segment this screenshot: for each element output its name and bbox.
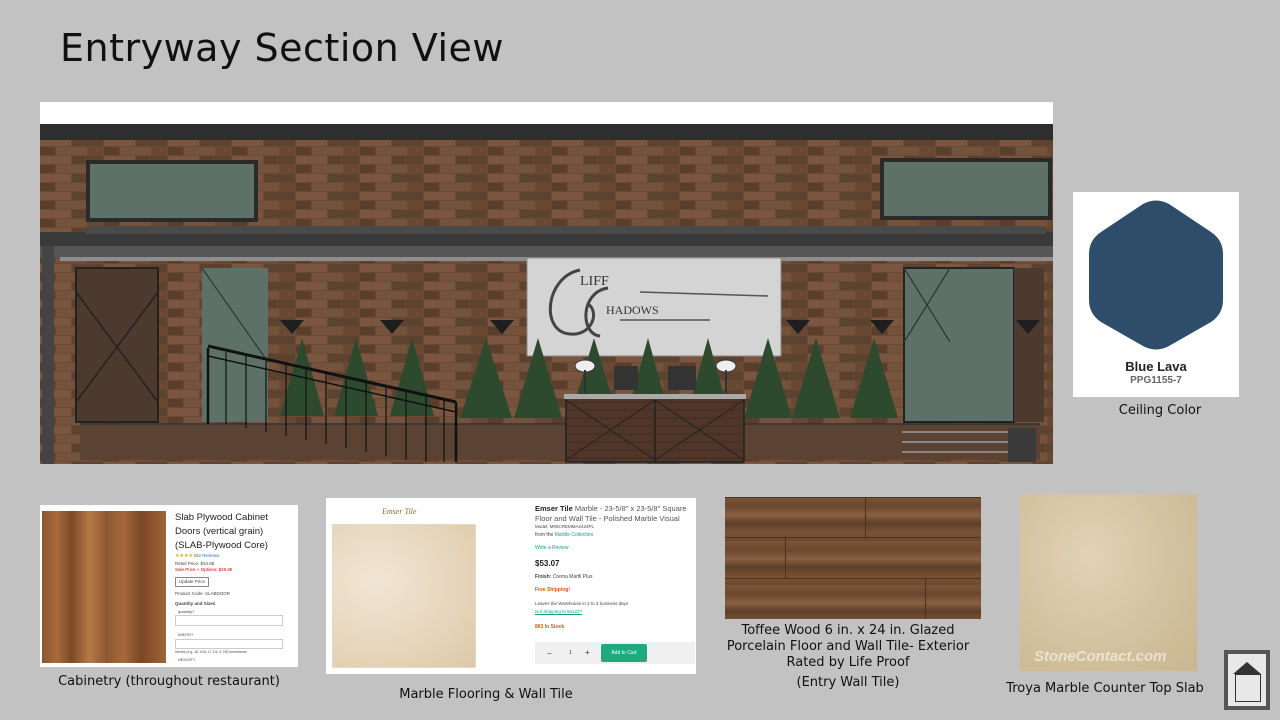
entryway-section-drawing: LIFF HADOWS <box>40 102 1053 464</box>
marble-price: $53.07 <box>535 559 560 568</box>
add-to-cart-button[interactable]: Add to Cart <box>601 644 647 662</box>
troya-marble-slab-image: StoneContact.com <box>1020 494 1197 671</box>
marble-tile-image <box>332 524 476 668</box>
width-field-label: WIDTH? <box>178 632 194 637</box>
ceiling-color-caption: Ceiling Color <box>1118 403 1202 418</box>
emser-logo: Emser Tile <box>382 507 417 516</box>
plywood-grain-image <box>42 511 166 663</box>
qty-plus-button[interactable]: + <box>585 648 590 658</box>
stock-status: 863 In Stock <box>535 624 565 630</box>
marble-product-desc: Emser Tile Marble - 23-5/8" x 23-5/8" Sq… <box>535 504 695 524</box>
cabinet-product-code: Product Code: SLABDOOR <box>175 591 231 596</box>
update-price-button[interactable]: Update Price <box>175 577 210 587</box>
watermark: StoneContact.com <box>1034 648 1167 665</box>
sign-text-2: HADOWS <box>606 303 659 317</box>
height-field-label: HEIGHT? <box>178 657 196 662</box>
finish-label: Finish: <box>535 574 552 580</box>
quantity-stepper[interactable]: − 1 + Add to Cart <box>535 642 695 664</box>
free-shipping: Free Shipping! <box>535 587 570 593</box>
marble-from-prefix: from the <box>535 532 554 538</box>
quantity-field-label: quantity? <box>178 609 195 614</box>
marble-collection-link[interactable]: Marble Collection <box>555 532 594 538</box>
toffee-caption-line2: Porcelain Floor and Wall Tile- Exterior <box>726 639 970 654</box>
leaves-warehouse: Leaves the Warehouse in 2 to 3 business … <box>535 601 629 606</box>
finish-value: Crema Marfil Plus <box>552 574 593 580</box>
toffee-caption-line3: Rated by Life Proof <box>786 655 910 670</box>
toffee-wood-tile-image <box>725 497 981 619</box>
marble-finish-line: Finish: Crema Marfil Plus <box>535 574 593 580</box>
sign-text-1: LIFF <box>580 274 609 289</box>
size-note: Inches (e.g. 16 1/16, 17 1/4, 5 7/8) inc… <box>175 650 247 654</box>
cabinet-product-title: Slab Plywood Cabinet Doors (vertical gra… <box>175 512 268 551</box>
cabinet-sale-price: Sale Price + Options: $29.95 <box>175 567 233 572</box>
cabinet-reviews[interactable]: 22 Reviews <box>196 553 219 559</box>
qty-minus-button[interactable]: − <box>547 649 552 659</box>
toffee-caption-line4: (Entry Wall Tile) <box>796 675 900 690</box>
qty-header: Quantity and Sizes <box>175 601 216 606</box>
width-input[interactable] <box>175 639 283 649</box>
toffee-caption: Toffee Wood 6 in. x 24 in. Glazed Porcel… <box>718 623 978 691</box>
quantity-input[interactable] <box>175 615 283 626</box>
marble-card: Emser Tile Emser Tile Marble - 23-5/8" x… <box>326 498 696 674</box>
paint-hexagon-swatch <box>1089 200 1223 350</box>
qty-value[interactable]: 1 <box>569 650 572 656</box>
rating-stars-icon: ★★★★★ <box>175 553 198 559</box>
paint-name: Blue Lava <box>1125 359 1187 374</box>
marble-brand: Emser Tile <box>535 504 573 513</box>
cabinet-retail-price: Retail Price: $34.95 <box>175 561 215 566</box>
marble-collection-line: from the Marble Collection <box>535 532 593 538</box>
shipping-link[interactable]: Not Shipping to 94122? <box>535 609 582 615</box>
troya-caption: Troya Marble Counter Top Slab <box>1006 681 1204 696</box>
paint-code: PPG1155-7 <box>1130 375 1182 386</box>
cabinet-card: Slab Plywood Cabinet Doors (vertical gra… <box>40 505 298 667</box>
page-title: Entryway Section View <box>60 26 504 70</box>
designer-logo-icon <box>1224 650 1270 710</box>
cabinetry-caption: Cabinetry (throughout restaurant) <box>58 674 280 689</box>
marble-model: Model: M05CREMMA2424PL <box>535 524 595 529</box>
write-review-link[interactable]: Write a Review <box>535 545 569 551</box>
toffee-caption-line1: Toffee Wood 6 in. x 24 in. Glazed <box>741 623 955 638</box>
paint-swatch-card: Blue Lava PPG1155-7 <box>1073 192 1239 397</box>
marble-caption: Marble Flooring & Wall Tile <box>399 687 573 702</box>
